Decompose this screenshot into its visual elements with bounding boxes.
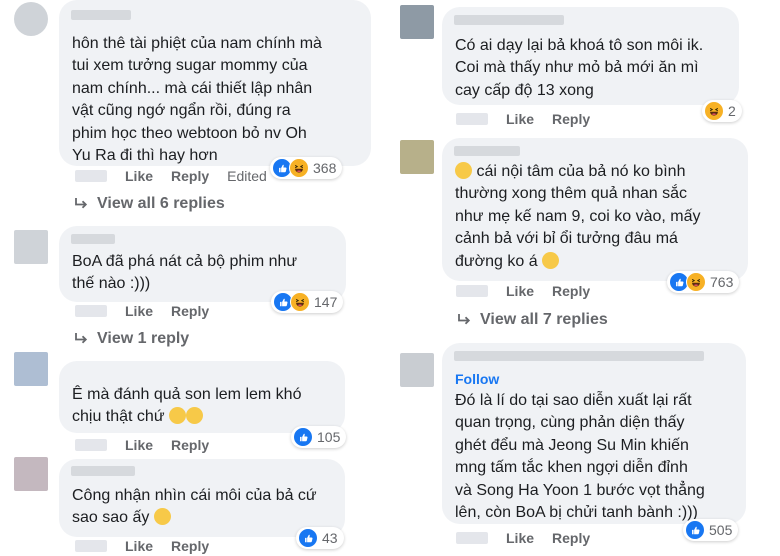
view-replies-label[interactable]: View 1 reply: [97, 330, 189, 348]
reply-button[interactable]: Reply: [552, 111, 590, 127]
reaction-summary[interactable]: 2: [702, 100, 742, 122]
reply-button[interactable]: Reply: [171, 437, 209, 453]
reaction-count: 43: [322, 530, 338, 546]
reaction-count: 505: [709, 522, 733, 538]
commenter-name-blurred[interactable]: [71, 10, 131, 20]
reaction-summary[interactable]: 505: [683, 519, 739, 541]
timestamp-blurred[interactable]: [75, 439, 107, 451]
reply-button[interactable]: Reply: [171, 538, 209, 554]
timestamp-blurred[interactable]: [75, 170, 107, 182]
like-button[interactable]: Like: [125, 437, 153, 453]
haha-reaction-icon: [290, 292, 310, 312]
commenter-name-blurred[interactable]: [454, 15, 564, 25]
comment-text: hôn thê tài phiệt của nam chính mà tui x…: [72, 35, 322, 165]
comment-bubble: cái nội tâm của bả nó ko bình thường xon…: [442, 138, 748, 281]
reply-button[interactable]: Reply: [171, 303, 209, 319]
comment-actions: Like Reply: [75, 538, 227, 554]
reaction-count: 2: [728, 103, 736, 119]
reply-button[interactable]: Reply: [171, 168, 209, 184]
reaction-count: 763: [710, 274, 734, 290]
crying-emoji-icon: [186, 407, 203, 425]
edited-label[interactable]: Edited: [227, 168, 267, 184]
view-replies-link[interactable]: View all 7 replies: [456, 311, 608, 329]
avatar[interactable]: [14, 352, 48, 386]
commenter-name-blurred[interactable]: [454, 351, 704, 361]
like-button[interactable]: Like: [506, 283, 534, 299]
like-button[interactable]: Like: [506, 111, 534, 127]
comment-text: Công nhận nhìn cái môi của bả cứ sao sao…: [72, 487, 317, 527]
like-button[interactable]: Like: [506, 530, 534, 546]
reply-button[interactable]: Reply: [552, 283, 590, 299]
commenter-name-blurred[interactable]: [454, 146, 520, 156]
timestamp-blurred[interactable]: [75, 540, 107, 552]
comment-bubble: Ê mà đánh quả son lem lem khó chịu thật …: [59, 361, 345, 433]
avatar[interactable]: [14, 457, 48, 491]
reply-arrow-icon: [456, 312, 472, 328]
comment-bubble: Follow Đó là lí do tại sao diễn xuất lại…: [442, 343, 746, 524]
avatar[interactable]: [400, 353, 434, 387]
commenter-name-blurred[interactable]: [71, 466, 135, 476]
like-button[interactable]: Like: [125, 303, 153, 319]
grin-emoji-icon: [542, 251, 560, 269]
like-button[interactable]: Like: [125, 538, 153, 554]
reaction-summary[interactable]: 105: [291, 426, 347, 448]
avatar[interactable]: [400, 140, 434, 174]
reaction-summary[interactable]: 43: [296, 527, 344, 549]
haha-reaction-icon: [704, 101, 724, 121]
reply-arrow-icon: [73, 196, 89, 212]
crying-emoji-icon: [169, 407, 186, 425]
shocked-emoji-icon: [455, 162, 472, 179]
comment-bubble: Công nhận nhìn cái môi của bả cứ sao sao…: [59, 459, 345, 537]
comment-actions: Like Reply: [75, 303, 227, 319]
comment-actions: Like Reply: [456, 111, 608, 127]
comment-text: Đó là lí do tại sao diễn xuất lại rất qu…: [455, 392, 705, 522]
reply-button[interactable]: Reply: [552, 530, 590, 546]
view-replies-label[interactable]: View all 6 replies: [97, 195, 225, 213]
comment-actions: Like Reply: [75, 437, 227, 453]
timestamp-blurred[interactable]: [75, 305, 107, 317]
view-replies-link[interactable]: View all 6 replies: [73, 195, 225, 213]
reaction-summary[interactable]: 147: [271, 291, 344, 313]
avatar[interactable]: [400, 5, 434, 39]
comment-text: Có ai dạy lại bả khoá tô son môi ik. Coi…: [455, 37, 704, 99]
timestamp-blurred[interactable]: [456, 113, 488, 125]
haha-reaction-icon: [289, 158, 309, 178]
comment-bubble: hôn thê tài phiệt của nam chính mà tui x…: [59, 0, 371, 166]
avatar[interactable]: [14, 2, 48, 36]
reaction-count: 105: [317, 429, 341, 445]
like-reaction-icon: [685, 520, 705, 540]
view-replies-label[interactable]: View all 7 replies: [480, 311, 608, 329]
view-replies-link[interactable]: View 1 reply: [73, 330, 189, 348]
haha-reaction-icon: [686, 272, 706, 292]
comment-actions: Like Reply: [456, 283, 608, 299]
comment-actions: Like Reply: [456, 530, 608, 546]
comment-text: cái nội tâm của bả nó ko bình thường xon…: [455, 162, 701, 270]
reaction-count: 147: [314, 294, 338, 310]
like-reaction-icon: [293, 427, 313, 447]
follow-button[interactable]: Follow: [455, 371, 499, 387]
reaction-count: 368: [313, 160, 337, 176]
reaction-summary[interactable]: 763: [667, 271, 740, 293]
comment-text: BoA đã phá nát cả bộ phim như thế nào :)…: [72, 253, 298, 293]
avatar[interactable]: [14, 230, 48, 264]
like-reaction-icon: [298, 528, 318, 548]
comment-bubble: Có ai dạy lại bả khoá tô son môi ik. Coi…: [442, 7, 739, 105]
comment-text: Ê mà đánh quả son lem lem khó chịu thật …: [72, 386, 302, 426]
commenter-name-blurred[interactable]: [71, 234, 115, 244]
reply-arrow-icon: [73, 331, 89, 347]
comment-actions: Like Reply Edited: [75, 168, 285, 184]
timestamp-blurred[interactable]: [456, 285, 488, 297]
shocked-emoji-icon: [153, 508, 171, 526]
timestamp-blurred[interactable]: [456, 532, 488, 544]
like-button[interactable]: Like: [125, 168, 153, 184]
